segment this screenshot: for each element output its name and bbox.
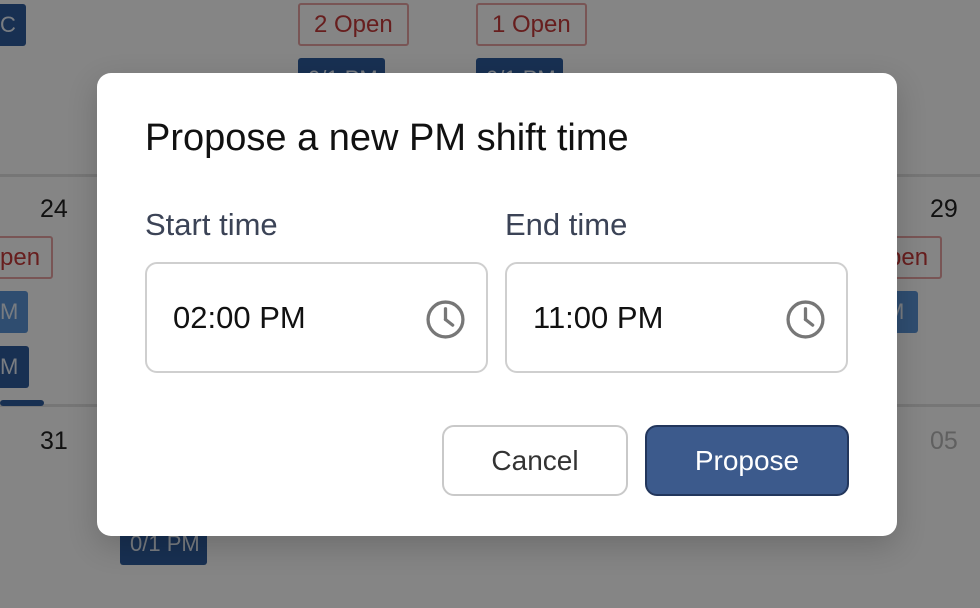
- propose-button[interactable]: Propose: [645, 425, 849, 496]
- end-time-label: End time: [505, 207, 628, 242]
- start-time-value: 02:00 PM: [173, 300, 306, 335]
- end-time-input[interactable]: 11:00 PM: [505, 262, 848, 373]
- dialog-title: Propose a new PM shift time: [145, 117, 629, 159]
- start-time-input[interactable]: 02:00 PM: [145, 262, 488, 373]
- start-time-field: Start time 02:00 PM: [145, 207, 488, 373]
- clock-icon[interactable]: [425, 299, 466, 340]
- end-time-field: End time 11:00 PM: [505, 207, 848, 373]
- propose-shift-dialog: Propose a new PM shift time Start time 0…: [97, 73, 897, 536]
- clock-icon[interactable]: [785, 299, 826, 340]
- start-time-label: Start time: [145, 207, 278, 242]
- cancel-button[interactable]: Cancel: [442, 425, 628, 496]
- end-time-value: 11:00 PM: [533, 300, 664, 335]
